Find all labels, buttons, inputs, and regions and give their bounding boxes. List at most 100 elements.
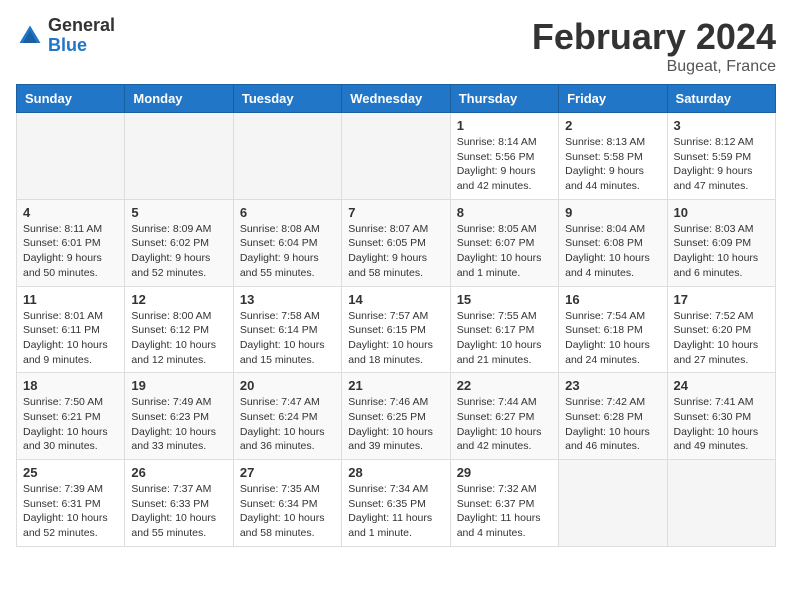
calendar-cell: 20 Sunrise: 7:47 AM Sunset: 6:24 PM Dayli… xyxy=(233,373,341,460)
calendar-cell: 29 Sunrise: 7:32 AM Sunset: 6:37 PM Dayli… xyxy=(450,460,558,547)
header: General Blue February 2024 Bugeat, Franc… xyxy=(16,16,776,76)
calendar-cell: 19Sunrise: 7:49 AM Sunset: 6:23 PM Dayli… xyxy=(125,373,233,460)
day-number: 29 xyxy=(457,465,552,480)
day-info: Sunrise: 8:08 AM Sunset: 6:04 PM Dayligh… xyxy=(240,222,335,281)
weekday-header-row: SundayMondayTuesdayWednesdayThursdayFrid… xyxy=(17,85,776,113)
day-info: Sunrise: 8:05 AM Sunset: 6:07 PM Dayligh… xyxy=(457,222,552,281)
day-info: Sunrise: 8:03 AM Sunset: 6:09 PM Dayligh… xyxy=(674,222,769,281)
day-info: Sunrise: 7:57 AM Sunset: 6:15 PM Dayligh… xyxy=(348,309,443,368)
title-area: February 2024 Bugeat, France xyxy=(532,16,776,76)
day-number: 20 xyxy=(240,378,335,393)
day-info: Sunrise: 8:09 AM Sunset: 6:02 PM Dayligh… xyxy=(131,222,226,281)
calendar-cell: 5 Sunrise: 8:09 AM Sunset: 6:02 PM Daylig… xyxy=(125,199,233,286)
day-info: Sunrise: 7:50 AM Sunset: 6:21 PM Dayligh… xyxy=(23,395,118,454)
calendar-cell: 17Sunrise: 7:52 AM Sunset: 6:20 PM Dayli… xyxy=(667,286,775,373)
week-row-4: 18 Sunrise: 7:50 AM Sunset: 6:21 PM Dayli… xyxy=(17,373,776,460)
calendar-cell: 25 Sunrise: 7:39 AM Sunset: 6:31 PM Dayli… xyxy=(17,460,125,547)
day-number: 27 xyxy=(240,465,335,480)
day-info: Sunrise: 7:44 AM Sunset: 6:27 PM Dayligh… xyxy=(457,395,552,454)
day-number: 1 xyxy=(457,118,552,133)
day-number: 7 xyxy=(348,205,443,220)
day-number: 23 xyxy=(565,378,660,393)
weekday-header-thursday: Thursday xyxy=(450,85,558,113)
day-number: 2 xyxy=(565,118,660,133)
day-info: Sunrise: 8:14 AM Sunset: 5:56 PM Dayligh… xyxy=(457,135,552,194)
location: Bugeat, France xyxy=(532,58,776,76)
day-number: 25 xyxy=(23,465,118,480)
calendar-cell: 7Sunrise: 8:07 AM Sunset: 6:05 PM Daylig… xyxy=(342,199,450,286)
calendar-cell: 3Sunrise: 8:12 AM Sunset: 5:59 PM Daylig… xyxy=(667,113,775,200)
weekday-header-tuesday: Tuesday xyxy=(233,85,341,113)
day-number: 8 xyxy=(457,205,552,220)
day-number: 17 xyxy=(674,292,769,307)
day-number: 16 xyxy=(565,292,660,307)
weekday-header-monday: Monday xyxy=(125,85,233,113)
calendar-cell: 16 Sunrise: 7:54 AM Sunset: 6:18 PM Dayli… xyxy=(559,286,667,373)
day-info: Sunrise: 8:01 AM Sunset: 6:11 PM Dayligh… xyxy=(23,309,118,368)
calendar-cell: 27 Sunrise: 7:35 AM Sunset: 6:34 PM Dayli… xyxy=(233,460,341,547)
calendar-cell: 26 Sunrise: 7:37 AM Sunset: 6:33 PM Dayli… xyxy=(125,460,233,547)
calendar-cell: 14 Sunrise: 7:57 AM Sunset: 6:15 PM Dayli… xyxy=(342,286,450,373)
day-info: Sunrise: 7:32 AM Sunset: 6:37 PM Dayligh… xyxy=(457,482,552,541)
calendar-cell: 13Sunrise: 7:58 AM Sunset: 6:14 PM Dayli… xyxy=(233,286,341,373)
day-info: Sunrise: 8:04 AM Sunset: 6:08 PM Dayligh… xyxy=(565,222,660,281)
calendar-cell: 6 Sunrise: 8:08 AM Sunset: 6:04 PM Daylig… xyxy=(233,199,341,286)
calendar-cell: 11 Sunrise: 8:01 AM Sunset: 6:11 PM Dayli… xyxy=(17,286,125,373)
day-number: 15 xyxy=(457,292,552,307)
day-info: Sunrise: 7:39 AM Sunset: 6:31 PM Dayligh… xyxy=(23,482,118,541)
week-row-2: 4 Sunrise: 8:11 AM Sunset: 6:01 PM Daylig… xyxy=(17,199,776,286)
calendar-cell: 21 Sunrise: 7:46 AM Sunset: 6:25 PM Dayli… xyxy=(342,373,450,460)
calendar-cell: 4 Sunrise: 8:11 AM Sunset: 6:01 PM Daylig… xyxy=(17,199,125,286)
week-row-3: 11 Sunrise: 8:01 AM Sunset: 6:11 PM Dayli… xyxy=(17,286,776,373)
calendar-cell: 24Sunrise: 7:41 AM Sunset: 6:30 PM Dayli… xyxy=(667,373,775,460)
day-number: 26 xyxy=(131,465,226,480)
day-number: 18 xyxy=(23,378,118,393)
day-info: Sunrise: 8:13 AM Sunset: 5:58 PM Dayligh… xyxy=(565,135,660,194)
day-number: 21 xyxy=(348,378,443,393)
day-info: Sunrise: 7:47 AM Sunset: 6:24 PM Dayligh… xyxy=(240,395,335,454)
calendar-cell xyxy=(17,113,125,200)
calendar-cell xyxy=(667,460,775,547)
day-info: Sunrise: 7:46 AM Sunset: 6:25 PM Dayligh… xyxy=(348,395,443,454)
calendar-cell: 2 Sunrise: 8:13 AM Sunset: 5:58 PM Daylig… xyxy=(559,113,667,200)
day-info: Sunrise: 7:41 AM Sunset: 6:30 PM Dayligh… xyxy=(674,395,769,454)
week-row-1: 1 Sunrise: 8:14 AM Sunset: 5:56 PM Daylig… xyxy=(17,113,776,200)
calendar-cell: 22 Sunrise: 7:44 AM Sunset: 6:27 PM Dayli… xyxy=(450,373,558,460)
day-number: 14 xyxy=(348,292,443,307)
calendar-cell: 8 Sunrise: 8:05 AM Sunset: 6:07 PM Daylig… xyxy=(450,199,558,286)
calendar-cell: 23Sunrise: 7:42 AM Sunset: 6:28 PM Dayli… xyxy=(559,373,667,460)
logo-icon xyxy=(16,22,44,50)
day-number: 6 xyxy=(240,205,335,220)
weekday-header-saturday: Saturday xyxy=(667,85,775,113)
day-info: Sunrise: 7:55 AM Sunset: 6:17 PM Dayligh… xyxy=(457,309,552,368)
day-info: Sunrise: 8:11 AM Sunset: 6:01 PM Dayligh… xyxy=(23,222,118,281)
day-info: Sunrise: 7:54 AM Sunset: 6:18 PM Dayligh… xyxy=(565,309,660,368)
month-title: February 2024 xyxy=(532,16,776,58)
calendar-cell xyxy=(342,113,450,200)
week-row-5: 25 Sunrise: 7:39 AM Sunset: 6:31 PM Dayli… xyxy=(17,460,776,547)
logo-general-text: General xyxy=(48,16,115,36)
day-number: 10 xyxy=(674,205,769,220)
day-info: Sunrise: 7:35 AM Sunset: 6:34 PM Dayligh… xyxy=(240,482,335,541)
day-number: 28 xyxy=(348,465,443,480)
calendar-cell: 9Sunrise: 8:04 AM Sunset: 6:08 PM Daylig… xyxy=(559,199,667,286)
day-number: 19 xyxy=(131,378,226,393)
day-number: 11 xyxy=(23,292,118,307)
day-number: 5 xyxy=(131,205,226,220)
day-info: Sunrise: 8:00 AM Sunset: 6:12 PM Dayligh… xyxy=(131,309,226,368)
day-number: 22 xyxy=(457,378,552,393)
day-info: Sunrise: 7:34 AM Sunset: 6:35 PM Dayligh… xyxy=(348,482,443,541)
calendar-cell xyxy=(125,113,233,200)
logo-blue-text: Blue xyxy=(48,36,115,56)
calendar-cell xyxy=(559,460,667,547)
day-number: 12 xyxy=(131,292,226,307)
weekday-header-sunday: Sunday xyxy=(17,85,125,113)
calendar-cell: 18 Sunrise: 7:50 AM Sunset: 6:21 PM Dayli… xyxy=(17,373,125,460)
day-info: Sunrise: 7:37 AM Sunset: 6:33 PM Dayligh… xyxy=(131,482,226,541)
weekday-header-friday: Friday xyxy=(559,85,667,113)
logo-text: General Blue xyxy=(48,16,115,56)
logo: General Blue xyxy=(16,16,115,56)
day-number: 4 xyxy=(23,205,118,220)
calendar-cell: 1 Sunrise: 8:14 AM Sunset: 5:56 PM Daylig… xyxy=(450,113,558,200)
calendar: SundayMondayTuesdayWednesdayThursdayFrid… xyxy=(16,84,776,547)
